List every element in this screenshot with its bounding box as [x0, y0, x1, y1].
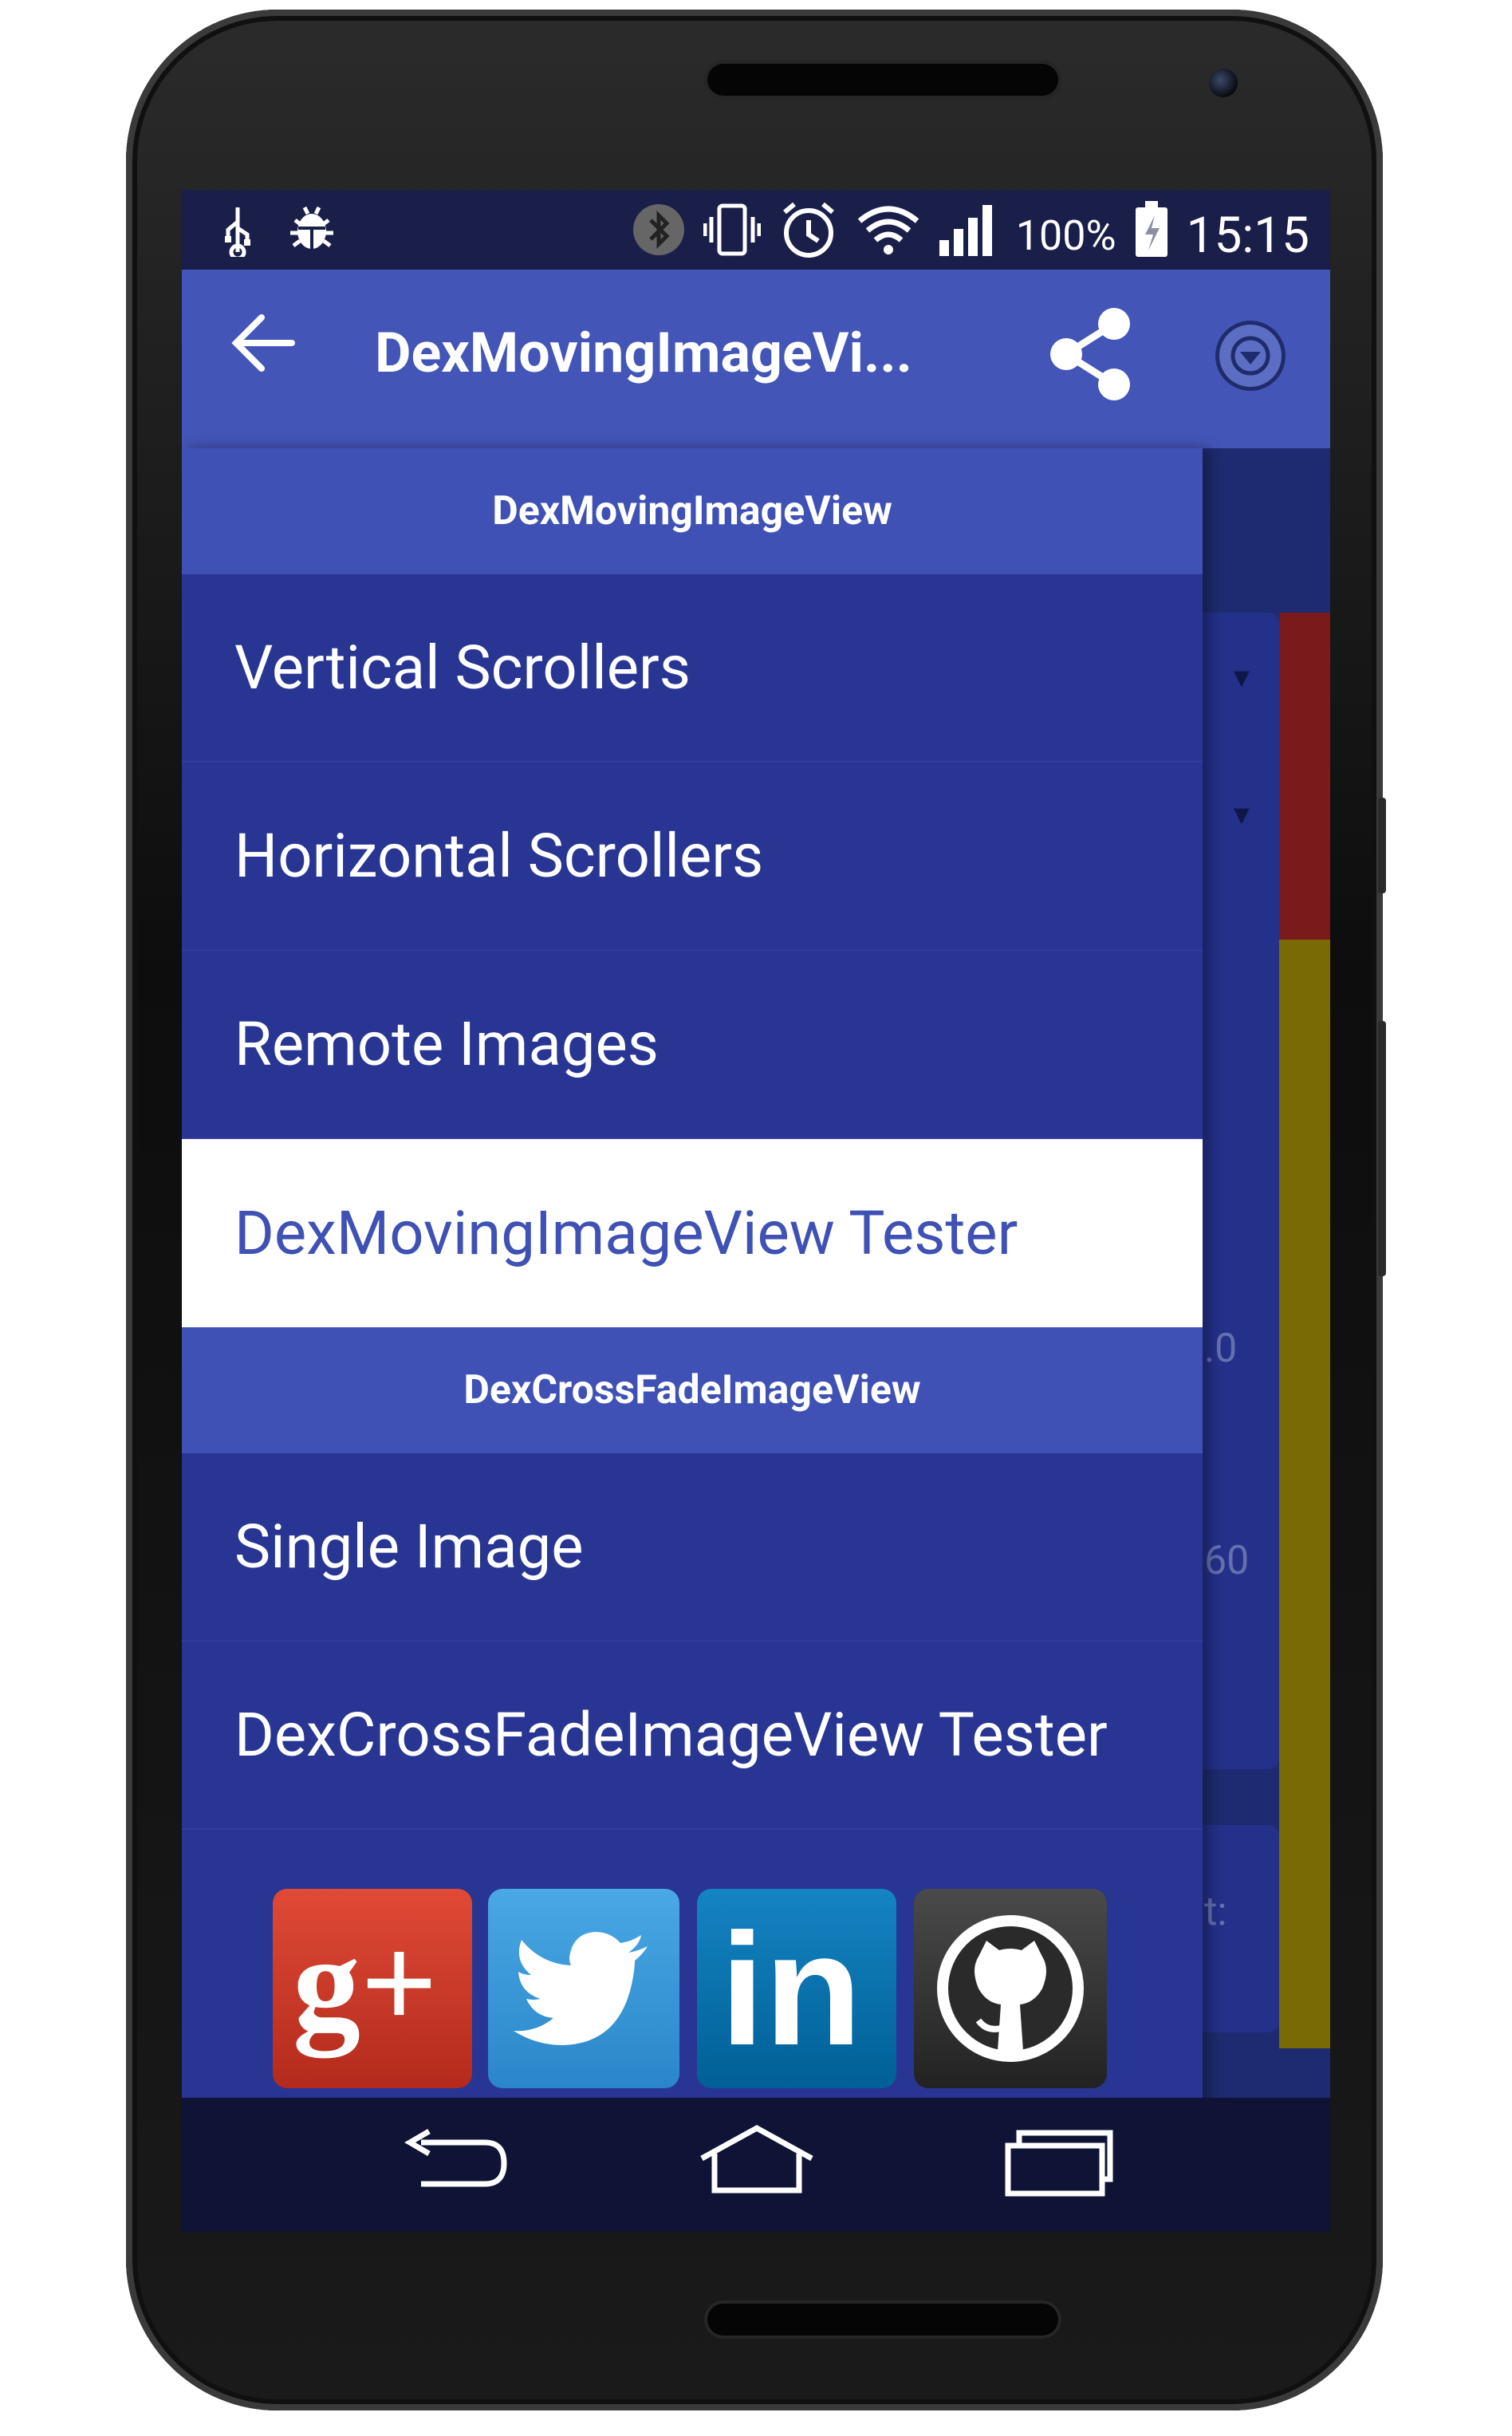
background-yellow-panel: [1279, 940, 1330, 2048]
background-spinner-arrow-2: ▼: [1228, 799, 1255, 831]
clock: 15:15: [1186, 206, 1309, 265]
twitter-bird-icon: [514, 1932, 648, 2045]
alarm-icon: [778, 199, 839, 271]
dropdown-circle-icon[interactable]: [1215, 321, 1286, 391]
github-button[interactable]: [914, 1889, 1107, 2088]
background-spinner-arrow-1: ▼: [1228, 662, 1255, 694]
bluetooth-icon: [632, 203, 686, 268]
usb-icon: [222, 204, 254, 269]
google-plus-button[interactable]: g+: [273, 1889, 472, 2088]
front-camera: [1209, 69, 1238, 97]
drawer-item-remote-images[interactable]: Remote Images: [182, 951, 1203, 1139]
battery-percent: 100%: [1015, 211, 1116, 260]
status-bar: 100% 15:15: [182, 190, 1330, 270]
battery-icon: [1134, 201, 1169, 270]
page-title: DexMovingImageVi...: [375, 321, 912, 386]
recents-icon[interactable]: [1003, 2127, 1115, 2201]
power-button: [1378, 1021, 1386, 1276]
background-value-1: .0: [1204, 1326, 1238, 1372]
signal-icon: [938, 202, 998, 269]
home-icon[interactable]: [697, 2122, 817, 2205]
google-plus-icon: g+: [293, 1909, 438, 2058]
system-nav-bar: [182, 2098, 1330, 2232]
volume-button: [1378, 798, 1386, 893]
back-arrow-icon[interactable]: [230, 309, 297, 390]
drawer-item-horizontal-scrollers[interactable]: Horizontal Scrollers: [182, 763, 1203, 951]
background-label: t:: [1204, 1889, 1227, 1935]
background-red-panel: [1279, 613, 1330, 940]
google-plus-glyph: g+: [293, 1909, 438, 2058]
drawer-item-vertical-scrollers[interactable]: Vertical Scrollers: [182, 574, 1203, 763]
wifi-icon: [856, 203, 920, 267]
top-speaker: [704, 61, 1061, 99]
app-bar: DexMovingImageVi...: [182, 270, 1330, 448]
background-value-2: 60: [1204, 1538, 1250, 1584]
twitter-button[interactable]: [488, 1889, 679, 2088]
drawer-item-moving-tester[interactable]: DexMovingImageView Tester: [182, 1139, 1203, 1327]
section-header-crossfade: DexCrossFadeImageView: [182, 1327, 1203, 1453]
linkedin-glyph: in: [720, 1901, 862, 2076]
linkedin-button[interactable]: in: [697, 1889, 896, 2088]
drawer-item-crossfade-tester[interactable]: DexCrossFadeImageView Tester: [182, 1642, 1203, 1830]
vibrate-icon: [703, 201, 762, 270]
bottom-speaker: [704, 2300, 1061, 2339]
linkedin-icon: in: [720, 1901, 862, 2076]
back-icon[interactable]: [397, 2127, 509, 2201]
share-icon[interactable]: [1047, 306, 1135, 405]
screen: 100% 15:15 DexMovingImageVi... ▼ ▼ .0 60…: [182, 190, 1330, 2232]
background-card: [1203, 613, 1279, 1769]
section-header-moving: DexMovingImageView: [182, 448, 1203, 574]
bug-icon: [285, 204, 338, 269]
github-octocat-icon: [937, 1915, 1084, 2062]
drawer-item-single-image[interactable]: Single Image: [182, 1453, 1203, 1642]
